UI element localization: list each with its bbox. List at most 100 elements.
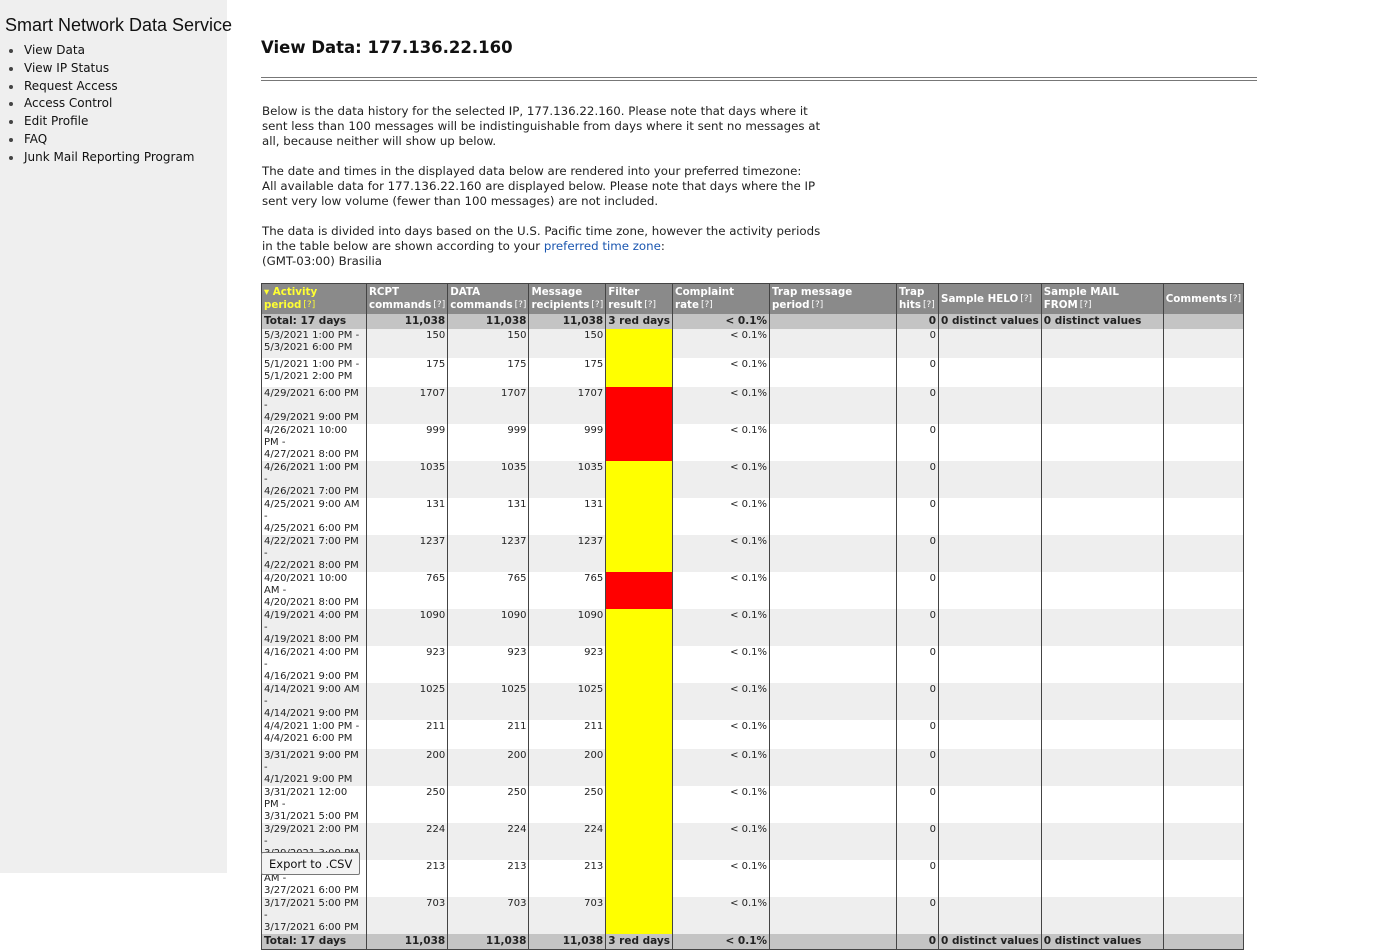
cell-mailfrom bbox=[1040, 683, 1164, 720]
table-row: 4/29/2021 6:00 PM -4/29/2021 9:00 PM 1707… bbox=[261, 387, 1245, 424]
total-label: Total: 17 days bbox=[261, 934, 367, 950]
col-header-mailfrom[interactable]: Sample MAIL FROM [?] bbox=[1040, 283, 1164, 314]
cell-data: 224 bbox=[447, 823, 530, 860]
cell-trap-hits: 0 bbox=[896, 786, 940, 823]
sidebar-item-junk-mail-reporting[interactable]: Junk Mail Reporting Program bbox=[8, 149, 194, 167]
sidebar-item-view-data[interactable]: View Data bbox=[8, 42, 194, 60]
col-header-helo-label: Sample HELO bbox=[941, 292, 1019, 305]
cell-mailfrom bbox=[1040, 749, 1164, 786]
cell-mailfrom bbox=[1040, 897, 1164, 934]
preferred-time-zone-link[interactable]: preferred time zone bbox=[544, 239, 661, 253]
title-divider-top bbox=[261, 77, 1257, 78]
help-icon[interactable]: [?] bbox=[303, 300, 315, 310]
table-row: 4/22/2021 7:00 PM -4/22/2021 8:00 PM 1237… bbox=[261, 535, 1245, 572]
col-header-filter[interactable]: Filter result [?] bbox=[605, 283, 674, 314]
sidebar-item-view-ip-status[interactable]: View IP Status bbox=[8, 60, 194, 78]
period-end: 4/27/2021 8:00 PM bbox=[264, 449, 359, 460]
period-start: 3/17/2021 5:00 PM - bbox=[264, 898, 359, 921]
col-header-rcpt-label: RCPT commands bbox=[369, 286, 432, 311]
cell-activity-period: 4/14/2021 9:00 AM -4/14/2021 9:00 PM bbox=[261, 683, 367, 720]
help-icon[interactable]: [?] bbox=[1020, 294, 1032, 304]
col-header-comments[interactable]: Comments [?] bbox=[1162, 283, 1245, 314]
table-row: 4/26/2021 1:00 PM -4/26/2021 7:00 PM 1035… bbox=[261, 461, 1245, 498]
table-row: 5/1/2021 1:00 PM -5/1/2021 2:00 PM 175 175… bbox=[261, 358, 1245, 387]
col-header-activity-period[interactable]: ▾ Activity period [?] bbox=[261, 283, 367, 314]
cell-data: 1237 bbox=[447, 535, 530, 572]
period-end: 4/22/2021 8:00 PM bbox=[264, 560, 359, 571]
cell-recipients: 213 bbox=[528, 860, 607, 897]
help-icon[interactable]: [?] bbox=[701, 300, 713, 310]
cell-rcpt: 703 bbox=[365, 897, 449, 934]
period-end: 4/19/2021 8:00 PM bbox=[264, 634, 359, 645]
sidebar-item-request-access[interactable]: Request Access bbox=[8, 78, 194, 96]
period-start: 4/4/2021 1:00 PM - bbox=[264, 721, 360, 732]
sidebar-link-faq[interactable]: FAQ bbox=[24, 132, 47, 146]
help-icon[interactable]: [?] bbox=[644, 300, 656, 310]
col-header-helo[interactable]: Sample HELO [?] bbox=[938, 283, 1042, 314]
cell-mailfrom bbox=[1040, 535, 1164, 572]
sidebar-link-access-control[interactable]: Access Control bbox=[24, 96, 112, 110]
col-header-comments-label: Comments bbox=[1165, 292, 1228, 305]
col-header-complaint[interactable]: Complaint rate [?] bbox=[672, 283, 771, 314]
help-icon[interactable]: [?] bbox=[923, 300, 935, 310]
sidebar-item-faq[interactable]: FAQ bbox=[8, 131, 194, 149]
table-row: 3/31/2021 12:00 PM -3/31/2021 5:00 PM 250… bbox=[261, 786, 1245, 823]
col-header-data[interactable]: DATA commands [?] bbox=[447, 283, 530, 314]
help-icon[interactable]: [?] bbox=[515, 300, 527, 310]
cell-trap-hits: 0 bbox=[896, 535, 940, 572]
cell-trap-period bbox=[769, 424, 898, 461]
table-total-row-bottom: Total: 17 days 11,038 11,038 11,038 3 re… bbox=[261, 934, 1245, 950]
cell-trap-period bbox=[769, 498, 898, 535]
total-mailfrom: 0 distinct values bbox=[1040, 934, 1164, 950]
sidebar-link-edit-profile[interactable]: Edit Profile bbox=[24, 114, 88, 128]
cell-complaint-rate: < 0.1% bbox=[672, 749, 771, 786]
sidebar-link-view-data[interactable]: View Data bbox=[24, 43, 85, 57]
col-header-trap-hits[interactable]: Trap hits [?] bbox=[896, 283, 940, 314]
cell-rcpt: 1025 bbox=[365, 683, 449, 720]
col-header-rcpt[interactable]: RCPT commands [?] bbox=[365, 283, 449, 314]
cell-trap-period bbox=[769, 683, 898, 720]
help-icon[interactable]: [?] bbox=[1080, 300, 1092, 310]
period-start: 4/19/2021 4:00 PM - bbox=[264, 610, 359, 633]
cell-filter-result-yellow bbox=[605, 358, 674, 387]
total-rcpt: 11,038 bbox=[365, 934, 449, 950]
total-trap-period bbox=[769, 314, 898, 329]
cell-filter-result-yellow bbox=[605, 498, 674, 535]
cell-recipients: 1237 bbox=[528, 535, 607, 572]
cell-data: 703 bbox=[447, 897, 530, 934]
cell-rcpt: 213 bbox=[365, 860, 449, 897]
sidebar-link-junk-mail-reporting[interactable]: Junk Mail Reporting Program bbox=[24, 150, 194, 164]
intro-paragraph-days: The data is divided into days based on t… bbox=[262, 224, 832, 269]
site-brand: Smart Network Data Service bbox=[5, 15, 233, 35]
cell-rcpt: 765 bbox=[365, 572, 449, 609]
cell-trap-period bbox=[769, 749, 898, 786]
total-complaint: < 0.1% bbox=[672, 934, 771, 950]
cell-complaint-rate: < 0.1% bbox=[672, 823, 771, 860]
col-header-recipients[interactable]: Message recipients [?] bbox=[528, 283, 607, 314]
sidebar-link-view-ip-status[interactable]: View IP Status bbox=[24, 61, 109, 75]
period-start: 3/31/2021 9:00 PM - bbox=[264, 750, 359, 773]
cell-mailfrom bbox=[1040, 498, 1164, 535]
cell-trap-hits: 0 bbox=[896, 646, 940, 683]
cell-trap-period bbox=[769, 609, 898, 646]
sidebar-link-request-access[interactable]: Request Access bbox=[24, 79, 118, 93]
cell-trap-period bbox=[769, 860, 898, 897]
help-icon[interactable]: [?] bbox=[591, 300, 603, 310]
cell-rcpt: 211 bbox=[365, 720, 449, 749]
col-header-trap-period[interactable]: Trap message period [?] bbox=[769, 283, 898, 314]
period-start: 4/25/2021 9:00 AM - bbox=[264, 499, 360, 522]
help-icon[interactable]: [?] bbox=[811, 300, 823, 310]
help-icon[interactable]: [?] bbox=[1229, 294, 1241, 304]
cell-complaint-rate: < 0.1% bbox=[672, 609, 771, 646]
period-start: 3/31/2021 12:00 PM - bbox=[264, 787, 348, 810]
cell-data: 1035 bbox=[447, 461, 530, 498]
help-icon[interactable]: [?] bbox=[433, 300, 445, 310]
export-csv-button[interactable]: Export to .CSV bbox=[261, 852, 361, 875]
cell-complaint-rate: < 0.1% bbox=[672, 498, 771, 535]
sidebar-item-access-control[interactable]: Access Control bbox=[8, 95, 194, 113]
intro-days-colon: : bbox=[660, 239, 665, 253]
sidebar-item-edit-profile[interactable]: Edit Profile bbox=[8, 113, 194, 131]
cell-complaint-rate: < 0.1% bbox=[672, 646, 771, 683]
cell-recipients: 131 bbox=[528, 498, 607, 535]
cell-comments bbox=[1162, 572, 1245, 609]
